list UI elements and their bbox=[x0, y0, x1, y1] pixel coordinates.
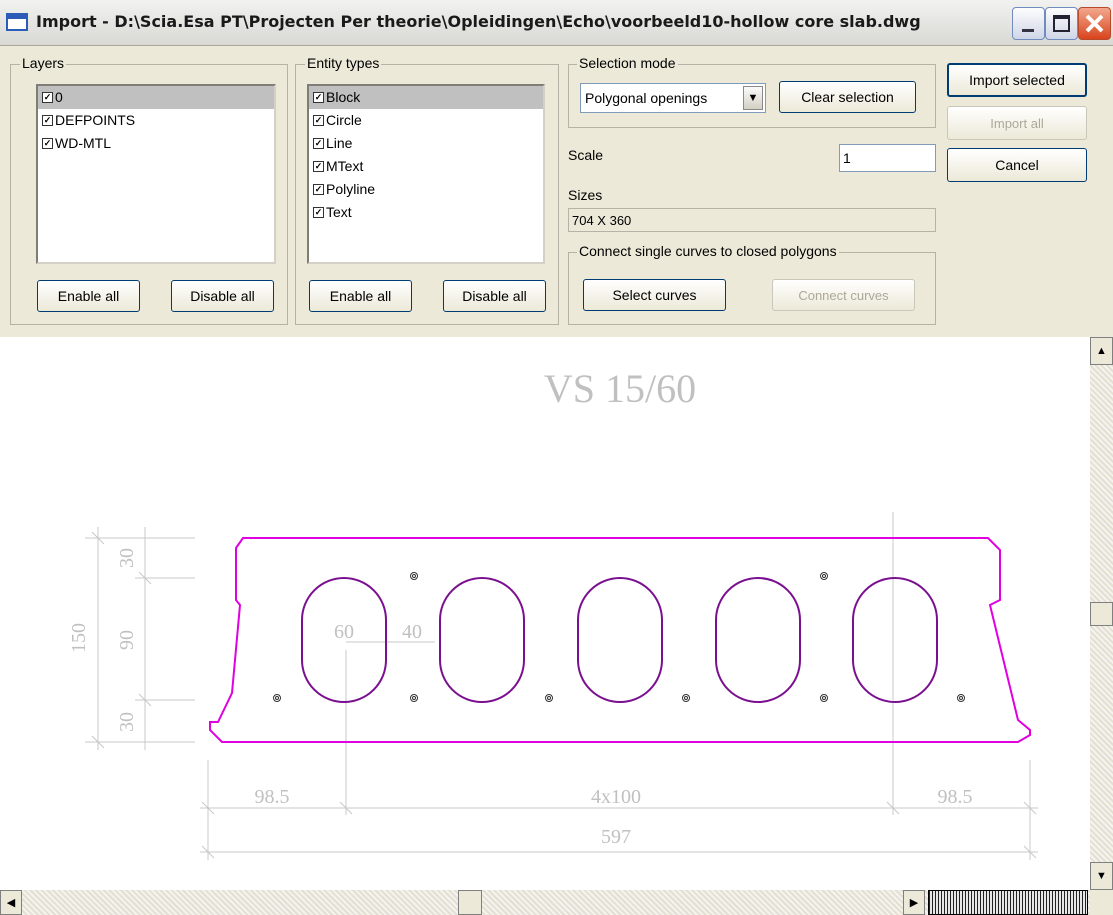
checkbox[interactable]: ✓ bbox=[313, 115, 324, 126]
list-item[interactable]: ✓ Text bbox=[309, 201, 543, 224]
scroll-right-button[interactable]: ▶ bbox=[903, 890, 925, 915]
chevron-down-icon[interactable]: ▼ bbox=[743, 86, 763, 110]
checkbox[interactable]: ✓ bbox=[313, 161, 324, 172]
strands bbox=[273, 572, 965, 702]
dimension-lines bbox=[85, 512, 1038, 860]
vertical-scrollbar[interactable]: ▲ ▼ bbox=[1090, 337, 1113, 890]
dim-web: 40 bbox=[402, 621, 422, 643]
drawing-title: VS 15/60 bbox=[544, 366, 696, 411]
scroll-down-button[interactable]: ▼ bbox=[1090, 862, 1113, 890]
slab-outline bbox=[209, 537, 1031, 743]
list-item[interactable]: ✓ WD-MTL bbox=[38, 132, 274, 155]
list-item[interactable]: ✓ Circle bbox=[309, 109, 543, 132]
connect-curves-button[interactable]: Connect curves bbox=[772, 279, 915, 311]
checkbox[interactable]: ✓ bbox=[313, 138, 324, 149]
list-item[interactable]: ✓ MText bbox=[309, 155, 543, 178]
maximize-button[interactable] bbox=[1045, 7, 1078, 40]
list-item[interactable]: ✓ DEFPOINTS bbox=[38, 109, 274, 132]
cancel-button[interactable]: Cancel bbox=[947, 148, 1087, 182]
close-icon bbox=[1085, 14, 1104, 33]
entity-enable-all-button[interactable]: Enable all bbox=[309, 280, 412, 312]
import-selected-button[interactable]: Import selected bbox=[947, 63, 1087, 97]
layers-enable-all-button[interactable]: Enable all bbox=[37, 280, 140, 312]
connect-curves-label: Connect single curves to closed polygons bbox=[577, 243, 839, 259]
checkbox[interactable]: ✓ bbox=[42, 92, 53, 103]
minimize-button[interactable] bbox=[1012, 7, 1045, 40]
selection-mode-dropdown[interactable]: Polygonal openings ▼ bbox=[580, 83, 766, 113]
drawing-canvas[interactable]: VS 15/60 150 30 90 30 60 40 98.5 4x100 9… bbox=[0, 337, 1090, 890]
resize-grip[interactable] bbox=[928, 890, 1088, 915]
dim-total: 597 bbox=[601, 826, 631, 848]
layers-list[interactable]: ✓ 0 ✓ DEFPOINTS ✓ WD-MTL bbox=[36, 84, 276, 264]
checkbox[interactable]: ✓ bbox=[313, 207, 324, 218]
sizes-label: Sizes bbox=[568, 187, 603, 203]
window-icon bbox=[6, 13, 28, 31]
clear-selection-button[interactable]: Clear selection bbox=[779, 81, 916, 113]
dim-height-total: 150 bbox=[68, 623, 90, 653]
entity-types-list[interactable]: ✓ Block ✓ Circle ✓ Line ✓ MText ✓ Polyline ✓ T… bbox=[307, 84, 545, 264]
checkbox[interactable]: ✓ bbox=[42, 115, 53, 126]
layers-disable-all-button[interactable]: Disable all bbox=[171, 280, 274, 312]
dim-right: 98.5 bbox=[938, 786, 973, 808]
close-button[interactable] bbox=[1078, 7, 1111, 40]
dim-bottom: 30 bbox=[116, 712, 138, 732]
list-item[interactable]: ✓ Line bbox=[309, 132, 543, 155]
scale-label: Scale bbox=[568, 147, 604, 163]
scroll-up-button[interactable]: ▲ bbox=[1090, 337, 1113, 365]
hollow-cores bbox=[301, 577, 938, 703]
dim-top: 30 bbox=[116, 548, 138, 568]
dim-center: 4x100 bbox=[591, 786, 641, 808]
entity-disable-all-button[interactable]: Disable all bbox=[443, 280, 546, 312]
sizes-value: 704 X 360 bbox=[568, 208, 936, 232]
select-curves-button[interactable]: Select curves bbox=[583, 279, 726, 311]
scale-input[interactable]: 1 bbox=[839, 144, 936, 172]
horizontal-scrollbar[interactable]: ◀ ▶ bbox=[0, 890, 1090, 915]
import-all-button[interactable]: Import all bbox=[947, 106, 1087, 140]
checkbox[interactable]: ✓ bbox=[313, 92, 324, 103]
drawing-svg: VS 15/60 150 30 90 30 60 40 98.5 4x100 9… bbox=[68, 366, 1038, 860]
list-item[interactable]: ✓ 0 bbox=[38, 86, 274, 109]
dim-hole-width: 60 bbox=[334, 621, 354, 643]
horizontal-scroll-thumb[interactable] bbox=[458, 890, 482, 915]
maximize-icon bbox=[1053, 15, 1070, 32]
title-bar[interactable]: Import - D:\Scia.Esa PT\Projecten Per th… bbox=[0, 0, 1113, 46]
dim-mid: 90 bbox=[116, 630, 138, 650]
window-title: Import - D:\Scia.Esa PT\Projecten Per th… bbox=[36, 12, 921, 31]
entity-types-label: Entity types bbox=[305, 55, 382, 71]
layers-label: Layers bbox=[20, 55, 67, 71]
scroll-left-button[interactable]: ◀ bbox=[0, 890, 22, 915]
selection-mode-label: Selection mode bbox=[577, 55, 678, 71]
dim-left: 98.5 bbox=[255, 786, 290, 808]
checkbox[interactable]: ✓ bbox=[313, 184, 324, 195]
list-item[interactable]: ✓ Block bbox=[309, 86, 543, 109]
checkbox[interactable]: ✓ bbox=[42, 138, 53, 149]
vertical-scroll-thumb[interactable] bbox=[1090, 602, 1113, 626]
minimize-icon bbox=[1022, 29, 1034, 32]
list-item[interactable]: ✓ Polyline bbox=[309, 178, 543, 201]
